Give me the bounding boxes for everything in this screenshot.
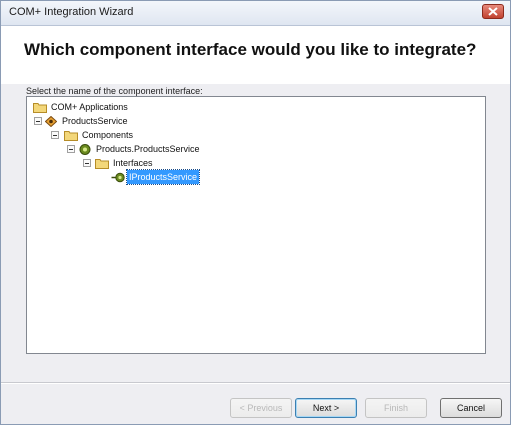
tree-node-interfaces[interactable]: Interfaces (83, 156, 203, 170)
tree-node-iproductsservice[interactable]: IProductsService (111, 169, 231, 185)
previous-button[interactable]: < Previous (230, 398, 292, 418)
tree-node-label: Products.ProductsService (96, 144, 200, 154)
close-button[interactable] (482, 4, 504, 19)
com-application-icon (45, 116, 57, 127)
wizard-header: Which component interface would you like… (1, 26, 510, 84)
folder-icon (95, 159, 109, 169)
component-icon (79, 144, 91, 155)
tree-node-label: COM+ Applications (51, 102, 128, 112)
footer-divider (1, 382, 510, 384)
wizard-window: COM+ Integration Wizard Which component … (0, 0, 511, 425)
window-title: COM+ Integration Wizard (9, 6, 134, 18)
tree-node-label: Components (82, 130, 134, 140)
tree-node-components[interactable]: Components (51, 128, 191, 142)
collapse-toggle[interactable] (51, 131, 59, 139)
tree-node-products-productsservice[interactable]: Products.ProductsService (67, 142, 247, 156)
next-button[interactable]: Next > (295, 398, 357, 418)
cancel-button[interactable]: Cancel (440, 398, 502, 418)
close-icon (488, 7, 498, 16)
folder-icon (64, 131, 78, 141)
interface-icon (111, 172, 125, 183)
collapse-toggle[interactable] (83, 159, 91, 167)
finish-button[interactable]: Finish (365, 398, 427, 418)
collapse-toggle[interactable] (34, 117, 42, 125)
tree-node-com-applications[interactable]: COM+ Applications (31, 100, 171, 114)
title-bar[interactable]: COM+ Integration Wizard (1, 1, 510, 26)
instruction-label: Select the name of the component interfa… (26, 86, 203, 96)
tree-node-label: Interfaces (113, 158, 153, 168)
folder-icon (33, 103, 47, 113)
tree-node-productsservice[interactable]: ProductsService (31, 114, 171, 128)
component-tree[interactable]: COM+ Applications ProductsService Compon… (26, 96, 486, 354)
page-heading: Which component interface would you like… (24, 40, 477, 59)
tree-node-label: IProductsService (125, 169, 201, 185)
tree-node-label: ProductsService (62, 116, 128, 126)
collapse-toggle[interactable] (67, 145, 75, 153)
